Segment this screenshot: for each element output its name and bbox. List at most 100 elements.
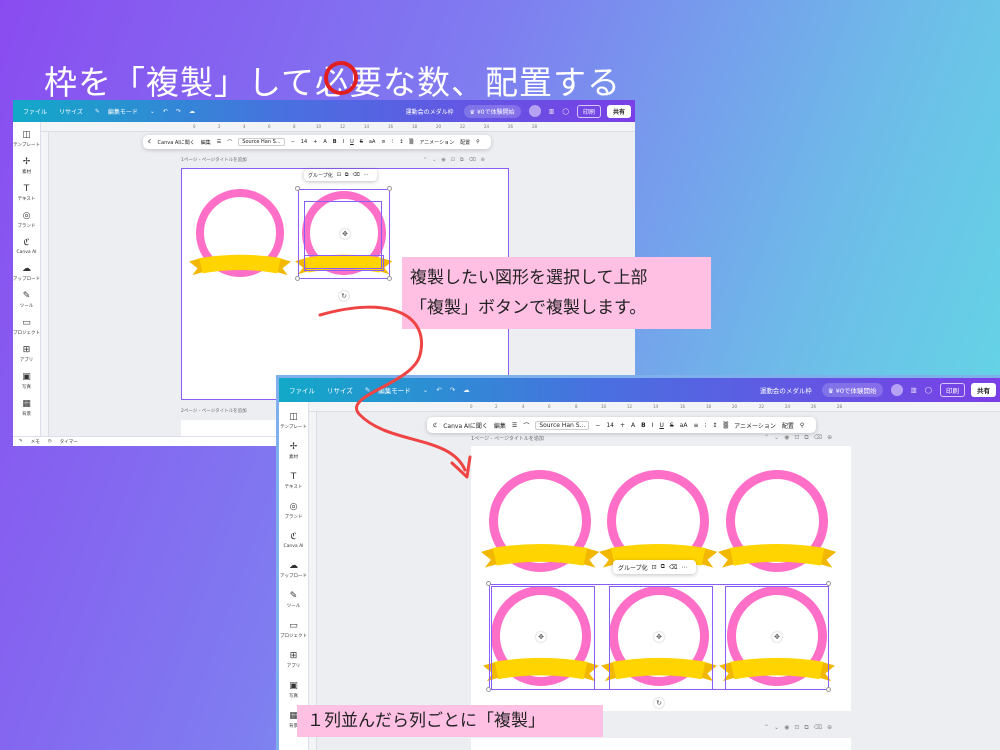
chevron-down-icon[interactable]: ⌄	[774, 434, 779, 442]
edit-button[interactable]: 編集	[494, 421, 506, 430]
align-icon[interactable]: ≡	[693, 422, 698, 429]
eye-icon[interactable]: ◉	[441, 157, 445, 163]
page-2-label[interactable]: 2ページ - ページタイトルを追加	[181, 408, 247, 414]
redo-icon[interactable]: ↷	[176, 108, 181, 115]
paint-format-icon[interactable]: ⚲	[476, 139, 480, 145]
sidebar-item-text[interactable]: T テキスト	[18, 184, 36, 202]
move-icon[interactable]: ✥	[340, 229, 350, 239]
add-page-icon[interactable]: ⊕	[827, 434, 832, 442]
font-select[interactable]: Source Han S...	[238, 138, 285, 146]
avatar[interactable]	[528, 105, 541, 117]
animation-button[interactable]: アニメーション	[419, 139, 454, 146]
font-size-plus[interactable]: +	[620, 422, 625, 429]
medal-frame[interactable]	[188, 189, 292, 281]
sidebar-item-canva-ai[interactable]: ℭ Canva AI	[283, 532, 303, 549]
print-button[interactable]: 印刷	[576, 104, 601, 118]
add-page-icon[interactable]: ⊕	[827, 724, 832, 732]
sidebar-item-templates[interactable]: ◫ テンプレート	[13, 130, 40, 148]
curve-icon[interactable]: ⌒	[523, 421, 529, 430]
share-button[interactable]: 共有	[971, 383, 996, 397]
underline-button[interactable]: U	[350, 139, 354, 145]
chevron-up-icon[interactable]: ⌃	[764, 724, 769, 732]
delete-icon[interactable]: ⌫	[814, 724, 822, 732]
timer-icon[interactable]: ◷	[48, 439, 52, 444]
sidebar-item-projects[interactable]: ▭ プロジェクト	[280, 621, 307, 639]
italic-button[interactable]: I	[652, 422, 654, 429]
underline-button[interactable]: U	[659, 422, 663, 429]
list-icon[interactable]: ⁝	[392, 139, 394, 145]
delete-icon[interactable]: ⌫	[469, 157, 476, 163]
text-color-icon[interactable]: A	[323, 139, 326, 145]
lock-icon[interactable]: ⊡	[337, 172, 341, 178]
bold-button[interactable]: B	[641, 422, 646, 429]
document-title[interactable]: 運動会のメダル枠	[406, 107, 454, 116]
lock-icon[interactable]: ⊡	[794, 724, 799, 732]
sidebar-item-brand[interactable]: ◎ ブランド	[285, 502, 303, 520]
duplicate-icon[interactable]: ⧉	[345, 172, 349, 178]
page-2-canvas[interactable]	[471, 738, 851, 750]
transparency-icon[interactable]: ▒	[409, 139, 413, 145]
eye-icon[interactable]: ◉	[784, 724, 789, 732]
ask-canva-ai-button[interactable]: Canva AIに聞く	[158, 139, 195, 146]
align-icon[interactable]: ≡	[381, 139, 385, 145]
share-button[interactable]: 共有	[606, 104, 631, 118]
page-1-canvas[interactable]: グループ化 ⊡ ⧉ ⌫ ⋯ ✥ ✥ ✥ ↻	[471, 446, 851, 711]
trial-button[interactable]: ♛ ¥0で体験開始	[463, 104, 521, 118]
sidebar-item-tools[interactable]: ✎ ツール	[20, 291, 34, 309]
resize-handle[interactable]	[387, 186, 392, 191]
duplicate-page-icon[interactable]: ⧉	[460, 157, 464, 163]
more-icon[interactable]: ⋯	[364, 172, 369, 178]
font-size-minus[interactable]: −	[291, 139, 295, 145]
move-icon[interactable]: ✥	[772, 632, 782, 642]
rotate-icon[interactable]: ↻	[654, 698, 664, 708]
italic-button[interactable]: I	[343, 139, 344, 145]
sidebar-item-brand[interactable]: ◎ ブランド	[18, 211, 36, 229]
menu-resize[interactable]: リサイズ	[59, 107, 83, 116]
case-button[interactable]: aA	[369, 139, 375, 145]
move-icon[interactable]: ✥	[536, 632, 546, 642]
sidebar-item-photos[interactable]: ▣ 写真	[22, 372, 31, 390]
sidebar-item-upload[interactable]: ☁ アップロード	[13, 264, 40, 282]
spacing-icon[interactable]: ↕	[712, 422, 717, 429]
document-title[interactable]: 運動会のメダル枠	[760, 385, 812, 395]
paint-format-icon[interactable]: ⚲	[800, 422, 804, 429]
group-button[interactable]: グループ化	[618, 563, 648, 572]
sidebar-item-background[interactable]: ▦ 背景	[22, 399, 31, 417]
comment-icon[interactable]: ◯	[925, 386, 932, 394]
notes-button[interactable]: メモ	[31, 439, 40, 445]
lock-icon[interactable]: ⊡	[794, 434, 799, 442]
notes-icon[interactable]: ✎	[19, 439, 23, 444]
font-size-plus[interactable]: +	[313, 139, 317, 145]
chart-icon[interactable]: ▥	[911, 386, 917, 394]
timer-button[interactable]: タイマー	[60, 439, 78, 445]
sidebar-item-apps[interactable]: ⊞ アプリ	[287, 651, 301, 669]
delete-icon[interactable]: ⌫	[669, 564, 677, 571]
lock-icon[interactable]: ⊡	[652, 564, 657, 571]
page-1-label[interactable]: 1ページ - ページタイトルを追加	[181, 157, 247, 163]
sidebar-item-tools[interactable]: ✎ ツール	[287, 591, 301, 609]
delete-icon[interactable]: ⌫	[352, 172, 359, 178]
menu-edit-mode[interactable]: 編集モード	[108, 107, 138, 116]
font-size-value[interactable]: 14	[301, 139, 307, 145]
resize-handle[interactable]	[826, 581, 831, 586]
medal-frame[interactable]	[717, 470, 837, 574]
delete-icon[interactable]: ⌫	[814, 434, 822, 442]
undo-icon[interactable]: ↶	[163, 108, 168, 115]
sidebar-item-projects[interactable]: ▭ プロジェクト	[13, 318, 40, 336]
text-color-icon[interactable]: A	[631, 422, 635, 429]
strike-button[interactable]: S	[360, 139, 363, 145]
transparency-icon[interactable]: ▒	[723, 422, 728, 429]
chevron-down-icon[interactable]: ⌄	[150, 108, 155, 115]
bold-button[interactable]: B	[333, 139, 337, 145]
resize-handle[interactable]	[826, 687, 831, 692]
font-select[interactable]: Source Han S...	[535, 420, 590, 430]
duplicate-page-icon[interactable]: ⧉	[804, 724, 808, 732]
case-button[interactable]: aA	[680, 422, 688, 429]
medal-frame[interactable]	[598, 470, 718, 574]
line-style-icon[interactable]: ☰	[217, 139, 221, 145]
curve-icon[interactable]: ⌒	[227, 139, 232, 146]
arrange-button[interactable]: 配置	[782, 421, 794, 430]
trial-button[interactable]: ♛ ¥0で体験開始	[821, 383, 883, 397]
strike-button[interactable]: S	[670, 422, 674, 429]
chevron-up-icon[interactable]: ⌃	[764, 434, 769, 442]
